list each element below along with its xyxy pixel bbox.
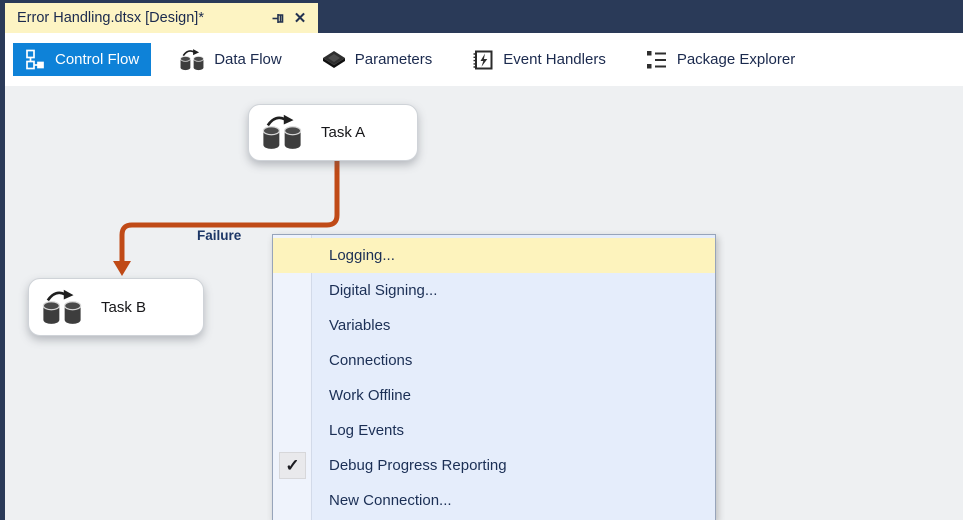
task-label: Task B	[101, 298, 147, 316]
package-explorer-icon	[646, 50, 668, 70]
pin-icon[interactable]	[268, 8, 288, 28]
close-icon[interactable]: ✕	[290, 8, 310, 28]
data-flow-icon	[179, 48, 205, 72]
task-node-a[interactable]: Task A	[248, 104, 418, 161]
toolbar-item-label: Package Explorer	[676, 51, 796, 68]
toolbar-item-label: Data Flow	[214, 51, 282, 68]
checkmark-box: ✓	[279, 452, 306, 479]
control-flow-design-surface[interactable]: Failure Task A Task B Logging... Digital…	[0, 86, 963, 520]
toolbar-item-label: Parameters	[354, 51, 433, 68]
menu-item-new-connection[interactable]: New Connection...	[273, 483, 715, 518]
menu-item-label: Debug Progress Reporting	[329, 457, 507, 474]
event-handlers-icon	[472, 49, 494, 71]
menu-item-label: Connections	[329, 352, 413, 369]
parameters-icon	[322, 50, 346, 70]
menu-item-logging[interactable]: Logging...	[273, 238, 715, 273]
tab-parameters[interactable]: Parameters	[310, 43, 445, 76]
menu-item-label: Logging...	[329, 247, 395, 264]
tab-data-flow[interactable]: Data Flow	[167, 43, 294, 76]
check-icon: ✓	[285, 456, 300, 475]
connector-label: Failure	[197, 228, 242, 243]
task-label: Task A	[321, 124, 366, 141]
menu-item-label: Digital Signing...	[329, 282, 438, 299]
document-tab-bar: Error Handling.dtsx [Design]* ✕	[0, 0, 963, 33]
menu-item-label: Log Events	[329, 422, 405, 439]
document-tab-title: Error Handling.dtsx [Design]*	[17, 10, 204, 26]
toolbar-item-label: Event Handlers	[503, 51, 606, 68]
menu-item-work-offline[interactable]: Work Offline	[273, 378, 715, 413]
control-flow-icon	[25, 49, 46, 70]
tab-package-explorer[interactable]: Package Explorer	[634, 43, 807, 76]
designer-toolbar: Control Flow Data Flow Parameters Event …	[0, 33, 963, 86]
menu-item-label: Variables	[329, 317, 391, 334]
tab-event-handlers[interactable]: Event Handlers	[460, 43, 618, 76]
menu-item-log-events[interactable]: Log Events	[273, 413, 715, 448]
task-node-b[interactable]: Task B	[28, 278, 204, 336]
menu-item-label: New Connection...	[329, 492, 452, 509]
window-edge	[0, 0, 5, 520]
menu-item-debug-progress-reporting[interactable]: ✓ Debug Progress Reporting	[273, 448, 715, 483]
data-flow-task-icon	[41, 288, 83, 327]
context-menu: Logging... Digital Signing... Variables …	[272, 234, 716, 520]
document-tab[interactable]: Error Handling.dtsx [Design]* ✕	[5, 3, 318, 33]
data-flow-task-icon	[261, 113, 303, 152]
menu-item-variables[interactable]: Variables	[273, 308, 715, 343]
toolbar-item-label: Control Flow	[55, 51, 140, 68]
menu-item-digital-signing[interactable]: Digital Signing...	[273, 273, 715, 308]
ssis-designer-window: Error Handling.dtsx [Design]* ✕ Control …	[0, 0, 963, 520]
menu-item-label: Work Offline	[329, 387, 411, 404]
tab-control-flow[interactable]: Control Flow	[13, 43, 152, 76]
menu-item-connections[interactable]: Connections	[273, 343, 715, 378]
